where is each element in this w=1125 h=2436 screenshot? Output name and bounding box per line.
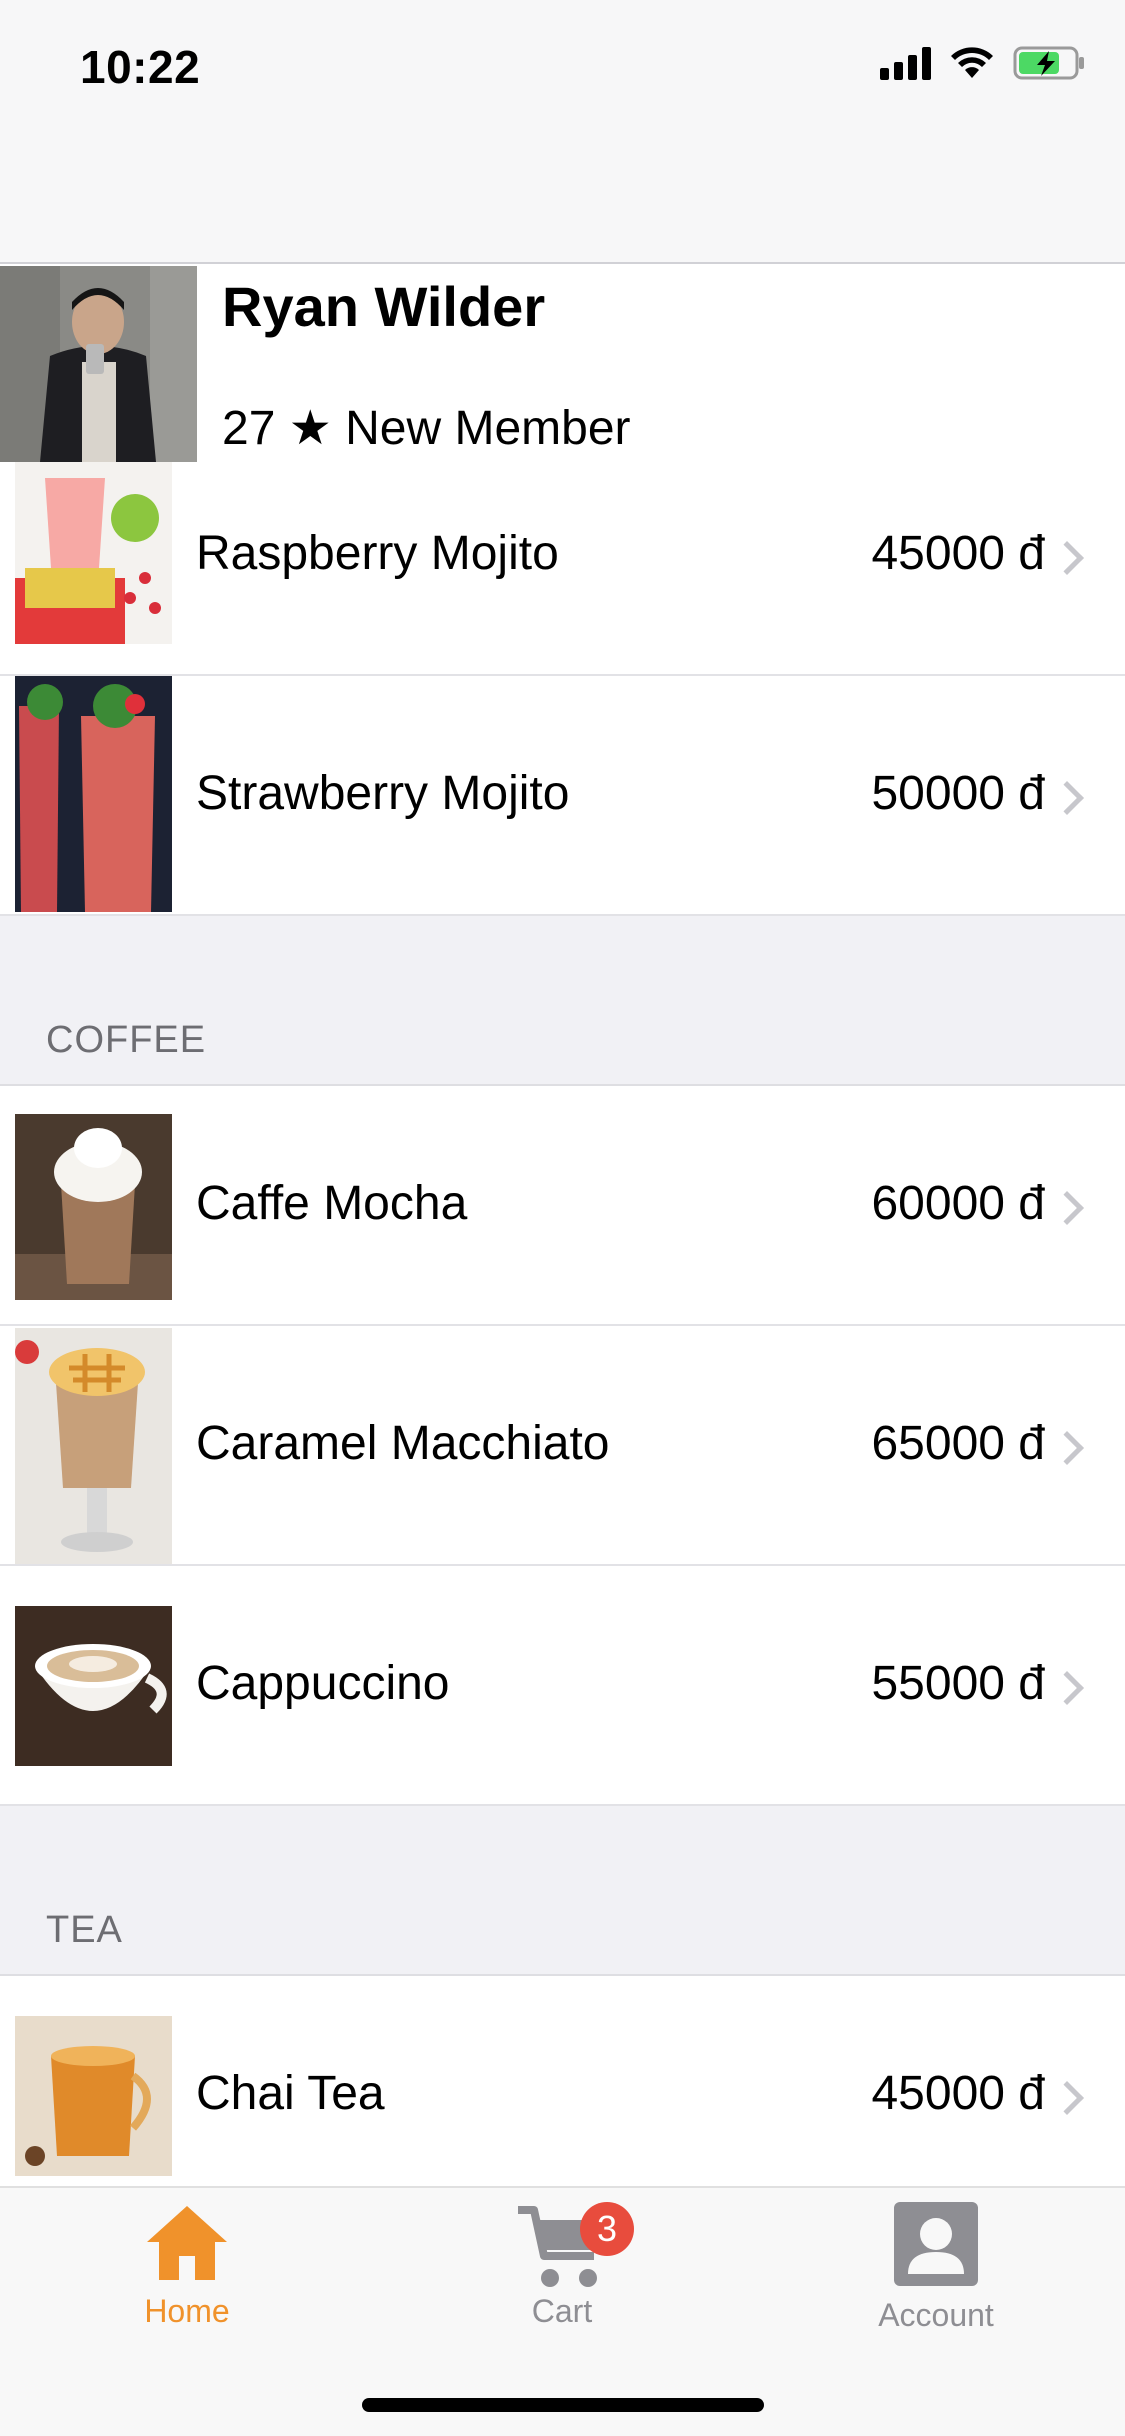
profile-name: Ryan Wilder bbox=[222, 275, 546, 338]
list-item[interactable]: Caramel Macchiato 65000 đ bbox=[0, 1326, 1125, 1566]
section-header-tea: TEA bbox=[0, 1806, 1125, 1976]
product-price: 45000 đ bbox=[871, 2067, 1045, 2120]
status-icons bbox=[880, 46, 1085, 80]
chevron-right-icon bbox=[1050, 541, 1084, 575]
home-icon bbox=[147, 2206, 227, 2280]
section-header-coffee: COFFEE bbox=[0, 916, 1125, 1086]
product-image bbox=[15, 1606, 172, 1766]
product-image bbox=[15, 458, 172, 644]
list-item[interactable]: Raspberry Mojito 45000 đ bbox=[0, 458, 1125, 676]
product-name: Cappuccino bbox=[196, 1657, 450, 1710]
profile-header[interactable]: Ryan Wilder 27 ★ New Member bbox=[0, 266, 1125, 462]
chevron-right-icon bbox=[1050, 1191, 1084, 1225]
avatar[interactable] bbox=[0, 266, 197, 462]
account-icon bbox=[894, 2202, 978, 2286]
product-image bbox=[15, 1328, 172, 1564]
tab-account-label: Account bbox=[878, 2297, 994, 2333]
wifi-icon bbox=[951, 47, 993, 78]
chevron-right-icon bbox=[1050, 781, 1084, 815]
product-price: 45000 đ bbox=[871, 527, 1045, 580]
status-bar: 10:22 bbox=[0, 0, 1125, 264]
tab-account[interactable]: Account bbox=[836, 2202, 1036, 2334]
member-status: 27 ★ New Member bbox=[222, 402, 631, 455]
chevron-right-icon bbox=[1050, 1431, 1084, 1465]
list-item[interactable]: Cappuccino 55000 đ bbox=[0, 1566, 1125, 1806]
tab-cart[interactable]: Cart 3 bbox=[462, 2202, 662, 2330]
product-name: Chai Tea bbox=[196, 2067, 385, 2120]
battery-icon bbox=[1013, 46, 1084, 80]
product-price: 55000 đ bbox=[871, 1657, 1045, 1710]
product-image bbox=[15, 1114, 172, 1300]
section-title: COFFEE bbox=[46, 1019, 207, 1061]
chevron-right-icon bbox=[1050, 2081, 1084, 2115]
product-name: Caramel Macchiato bbox=[196, 1417, 610, 1470]
product-image bbox=[15, 676, 172, 912]
status-time: 10:22 bbox=[80, 41, 201, 93]
menu-list[interactable]: Raspberry Mojito 45000 đ Strawberry Moji… bbox=[0, 458, 1125, 2216]
product-name: Strawberry Mojito bbox=[196, 767, 570, 820]
list-item[interactable]: Strawberry Mojito 50000 đ bbox=[0, 676, 1125, 916]
product-price: 65000 đ bbox=[871, 1417, 1045, 1470]
product-price: 60000 đ bbox=[871, 1177, 1045, 1230]
product-name: Caffe Mocha bbox=[196, 1177, 468, 1230]
list-item[interactable]: Chai Tea 45000 đ bbox=[0, 1976, 1125, 2216]
signal-icon bbox=[880, 46, 931, 80]
product-price: 50000 đ bbox=[871, 767, 1045, 820]
chevron-right-icon bbox=[1050, 1671, 1084, 1705]
home-indicator bbox=[362, 2398, 764, 2412]
product-name: Raspberry Mojito bbox=[196, 527, 559, 580]
list-item[interactable]: Caffe Mocha 60000 đ bbox=[0, 1086, 1125, 1326]
tab-home[interactable]: Home bbox=[87, 2202, 287, 2330]
section-title: TEA bbox=[46, 1909, 123, 1951]
tab-cart-label: Cart bbox=[531, 2293, 593, 2329]
cart-badge: 3 bbox=[580, 2202, 634, 2256]
tab-home-label: Home bbox=[144, 2293, 230, 2329]
product-image bbox=[15, 2016, 172, 2176]
